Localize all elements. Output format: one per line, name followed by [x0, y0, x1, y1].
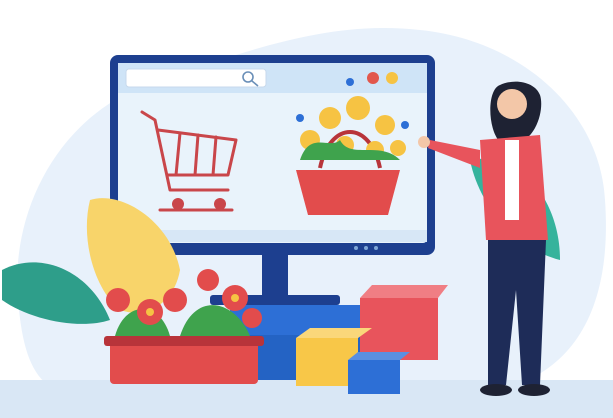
- screen-dot-1: [354, 246, 358, 250]
- screen-dot-3: [374, 246, 378, 250]
- window-dot-red: [367, 72, 379, 84]
- window-dot-yellow: [386, 72, 398, 84]
- monitor-stand: [262, 255, 288, 295]
- search-input[interactable]: [125, 68, 267, 88]
- online-flower-shop-illustration: [0, 28, 613, 418]
- screen-dot-2: [364, 246, 368, 250]
- monitor: [110, 55, 435, 255]
